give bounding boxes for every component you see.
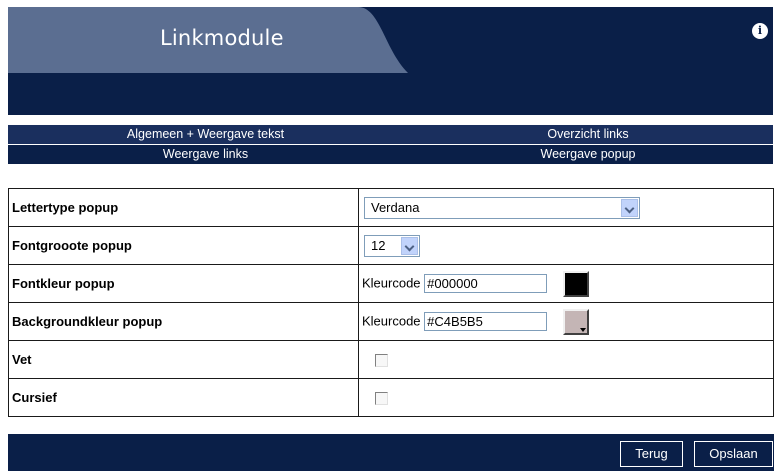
font-label: Lettertype popup bbox=[8, 188, 359, 227]
font-select[interactable]: Verdana bbox=[364, 196, 640, 219]
page-title: Linkmodule bbox=[160, 26, 284, 50]
bgcolor-code-input[interactable]: #C4B5B5 bbox=[424, 312, 548, 331]
fontcolor-code-input[interactable]: #000000 bbox=[424, 274, 548, 293]
fontsize-label: Fontgrooote popup bbox=[8, 226, 359, 265]
settings-table: Lettertype popup Verdana Fontgrooote pop… bbox=[8, 188, 774, 417]
chevron-down-icon[interactable] bbox=[621, 198, 638, 217]
bgcolor-label: Backgroundkleur popup bbox=[8, 302, 359, 341]
info-icon[interactable] bbox=[752, 23, 768, 39]
italic-label: Cursief bbox=[8, 378, 359, 417]
font-select-value: Verdana bbox=[371, 199, 420, 215]
dropdown-arrow-icon bbox=[579, 327, 586, 332]
tab-overzicht-links[interactable]: Overzicht links bbox=[403, 125, 773, 144]
bold-label: Vet bbox=[8, 340, 359, 379]
fontcolor-code-label: Kleurcode bbox=[362, 274, 421, 290]
table-row: Fontkleur popup Kleurcode #000000 bbox=[8, 264, 774, 303]
back-button[interactable]: Terug bbox=[620, 441, 683, 467]
nav-row-1: Algemeen + Weergave tekst Overzicht link… bbox=[8, 125, 773, 144]
table-row: Backgroundkleur popup Kleurcode #C4B5B5 bbox=[8, 302, 774, 341]
tab-weergave-links[interactable]: Weergave links bbox=[8, 145, 403, 164]
italic-checkbox[interactable] bbox=[375, 392, 388, 406]
fontsize-select[interactable]: 12 bbox=[364, 234, 420, 257]
tab-weergave-popup[interactable]: Weergave popup bbox=[403, 145, 773, 164]
chevron-down-icon[interactable] bbox=[401, 236, 418, 255]
tab-algemeen-weergave-tekst[interactable]: Algemeen + Weergave tekst bbox=[8, 125, 403, 144]
fontcolor-picker-button[interactable] bbox=[562, 270, 589, 297]
bgcolor-code-label: Kleurcode bbox=[362, 312, 421, 328]
dropdown-arrow-icon bbox=[579, 289, 586, 294]
fontsize-select-value: 12 bbox=[371, 237, 386, 253]
nav-row-2: Weergave links Weergave popup bbox=[8, 144, 773, 164]
save-button[interactable]: Opslaan bbox=[694, 441, 773, 467]
table-row: Fontgrooote popup 12 bbox=[8, 226, 774, 265]
bgcolor-picker-button[interactable] bbox=[562, 308, 589, 335]
bold-checkbox[interactable] bbox=[375, 354, 388, 368]
table-row: Vet bbox=[8, 340, 774, 379]
fontcolor-label: Fontkleur popup bbox=[8, 264, 359, 303]
table-row: Lettertype popup Verdana bbox=[8, 188, 774, 227]
table-row: Cursief bbox=[8, 378, 774, 417]
